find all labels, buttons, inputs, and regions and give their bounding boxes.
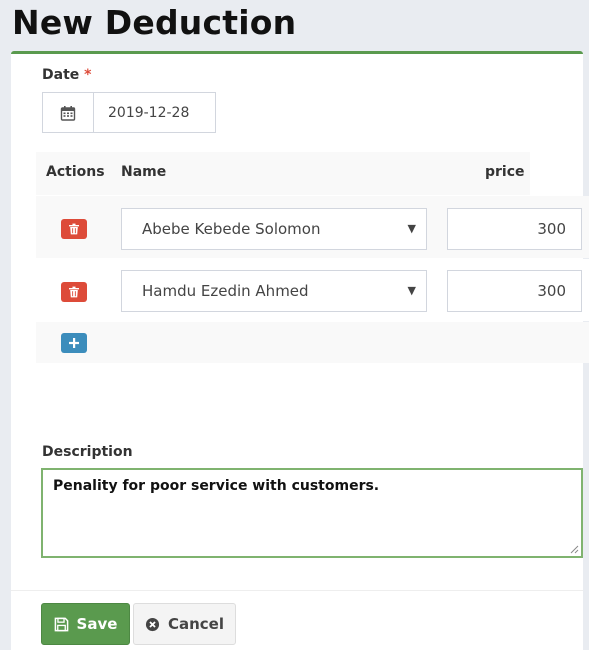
date-field[interactable]: 2019-12-28 <box>42 92 216 133</box>
column-header-price: price <box>485 164 525 180</box>
cancel-button-label: Cancel <box>167 615 224 633</box>
resize-handle-icon[interactable] <box>569 544 579 554</box>
form-divider <box>11 590 583 591</box>
price-input[interactable]: 300 <box>447 270 582 312</box>
times-circle-icon <box>145 617 160 631</box>
caret-down-icon: ▼ <box>407 284 416 297</box>
add-row-bar <box>36 322 589 363</box>
name-select[interactable]: Hamdu Ezedin Ahmed ▼ <box>121 270 427 312</box>
delete-row-button[interactable] <box>61 219 87 239</box>
left-gutter <box>0 55 11 650</box>
trash-icon <box>69 223 79 235</box>
trash-icon <box>69 286 79 298</box>
description-text: Penality for poor service with customers… <box>53 478 380 494</box>
calendar-icon[interactable] <box>43 93 94 132</box>
name-select[interactable]: Abebe Kebede Solomon ▼ <box>121 208 427 250</box>
page-title: New Deduction <box>12 3 297 42</box>
required-mark: * <box>84 67 92 83</box>
column-header-name: Name <box>121 164 167 180</box>
cancel-button[interactable]: Cancel <box>133 603 236 645</box>
price-input[interactable]: 300 <box>447 208 582 250</box>
floppy-disk-icon <box>54 617 68 631</box>
add-row-button[interactable] <box>61 333 87 353</box>
plus-icon <box>69 338 79 348</box>
description-label: Description <box>42 444 133 460</box>
caret-down-icon: ▼ <box>407 222 416 235</box>
save-button[interactable]: Save <box>41 603 130 645</box>
name-select-value: Abebe Kebede Solomon <box>142 220 321 238</box>
save-button-label: Save <box>76 615 118 633</box>
date-input[interactable]: 2019-12-28 <box>94 93 215 132</box>
date-label-text: Date <box>42 67 80 83</box>
column-header-actions: Actions <box>46 164 105 180</box>
name-select-value: Hamdu Ezedin Ahmed <box>142 282 309 300</box>
delete-row-button[interactable] <box>61 282 87 302</box>
date-label: Date * <box>42 67 91 83</box>
description-textarea[interactable]: Penality for poor service with customers… <box>41 468 583 558</box>
table-header <box>36 152 530 195</box>
